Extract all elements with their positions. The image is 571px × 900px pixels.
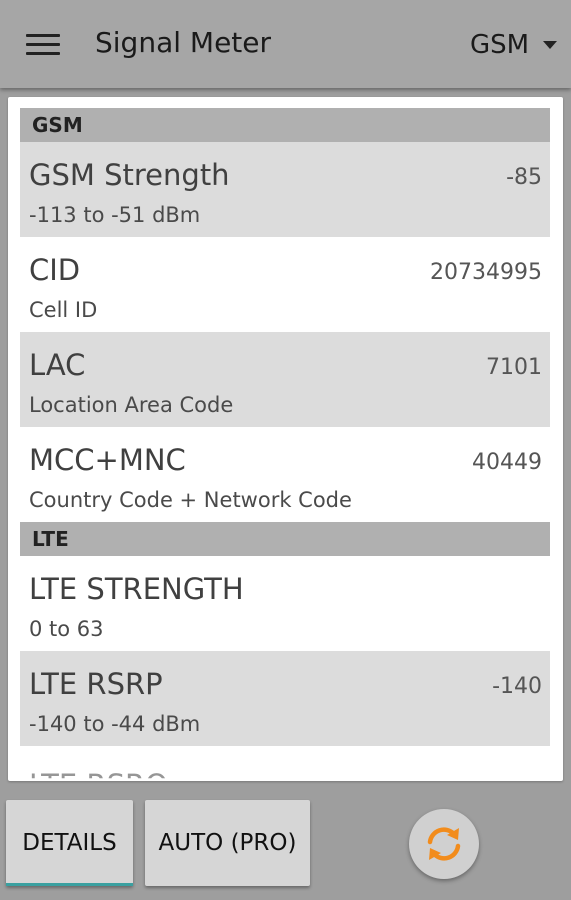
row-title: CID (29, 253, 81, 287)
row-lte-rsrp: LTE RSRP -140 to -44 dBm -140 (20, 651, 550, 746)
hamburger-menu-icon[interactable] (26, 34, 60, 56)
auto-pro-tab-button[interactable]: AUTO (PRO) (145, 800, 310, 886)
row-title: LTE STRENGTH (29, 572, 244, 606)
row-value: -85 (506, 165, 542, 190)
row-title: LTE RSRP (29, 667, 163, 701)
app-bar: Signal Meter GSM (0, 0, 571, 88)
network-type-label: GSM (470, 30, 530, 60)
bottom-bar: DETAILS AUTO (PRO) (0, 790, 571, 900)
row-value: 40449 (472, 450, 542, 475)
details-tab-button[interactable]: DETAILS (6, 800, 133, 886)
row-title: GSM Strength (29, 158, 230, 192)
row-title: LAC (29, 348, 86, 382)
row-value: 20734995 (430, 260, 542, 285)
section-header-lte: LTE (20, 522, 550, 556)
row-subtitle: -113 to -51 dBm (29, 203, 201, 227)
signal-details-card[interactable]: GSM GSM Strength -113 to -51 dBm -85 CID… (8, 97, 563, 781)
row-mcc-mnc: MCC+MNC Country Code + Network Code 4044… (20, 427, 550, 522)
row-value: 7101 (486, 355, 542, 380)
row-subtitle: 0 to 63 (29, 617, 104, 641)
row-title: MCC+MNC (29, 443, 186, 477)
row-subtitle: Cell ID (29, 298, 98, 322)
section-header-gsm: GSM (20, 108, 550, 142)
partial-row-title: LTE RSRQ (29, 768, 168, 778)
row-cid: CID Cell ID 20734995 (20, 237, 550, 332)
row-value: -140 (492, 674, 542, 699)
row-subtitle: Country Code + Network Code (29, 488, 352, 512)
row-lte-strength: LTE STRENGTH 0 to 63 (20, 556, 550, 651)
details-tab-label: DETAILS (22, 830, 117, 856)
active-tab-indicator (6, 883, 133, 886)
app-title: Signal Meter (95, 26, 272, 59)
network-type-dropdown[interactable]: GSM (470, 28, 558, 62)
row-lac: LAC Location Area Code 7101 (20, 332, 550, 427)
signal-list: GSM GSM Strength -113 to -51 dBm -85 CID… (20, 108, 550, 746)
row-gsm-strength: GSM Strength -113 to -51 dBm -85 (20, 142, 550, 237)
refresh-icon (427, 827, 461, 861)
row-subtitle: Location Area Code (29, 393, 234, 417)
row-subtitle: -140 to -44 dBm (29, 712, 201, 736)
refresh-button[interactable] (409, 809, 479, 879)
auto-pro-tab-label: AUTO (PRO) (158, 830, 297, 856)
dropdown-arrow-icon (543, 41, 558, 49)
